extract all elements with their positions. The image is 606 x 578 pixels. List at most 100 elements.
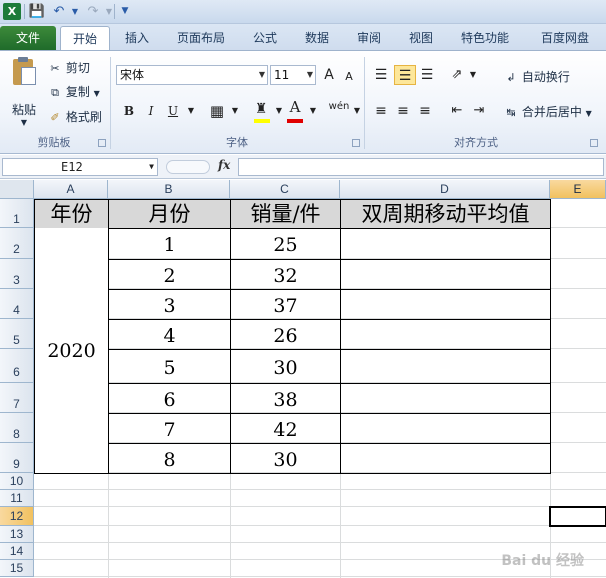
select-all-corner[interactable] (0, 180, 34, 199)
column-header-e[interactable]: E (550, 180, 606, 199)
border-dropdown-icon[interactable]: ▼ (226, 101, 244, 121)
tab-page-layout[interactable]: 页面布局 (168, 26, 234, 50)
align-top-icon[interactable]: ☰ (372, 65, 390, 85)
table-header-cell[interactable]: 月份 (108, 199, 231, 229)
tab-home[interactable]: 开始 (60, 26, 110, 50)
month-cell[interactable]: 2 (108, 259, 231, 290)
month-cell[interactable]: 8 (108, 443, 231, 474)
month-cell[interactable]: 1 (108, 228, 231, 260)
tab-insert[interactable]: 插入 (114, 26, 160, 50)
tab-baidu-netdisk[interactable]: 百度网盘 (532, 26, 598, 50)
moving-average-cell[interactable] (340, 383, 551, 414)
row-header-7[interactable]: 7 (0, 383, 34, 413)
sales-cell[interactable]: 37 (230, 289, 341, 320)
sales-cell[interactable]: 30 (230, 349, 341, 384)
month-cell[interactable]: 5 (108, 349, 231, 384)
row-header-9[interactable]: 9 (0, 443, 34, 473)
copy-dropdown-icon[interactable]: ▼ (94, 89, 100, 98)
sales-cell[interactable]: 38 (230, 383, 341, 414)
column-header-b[interactable]: B (108, 180, 230, 199)
grow-font-button[interactable]: A (320, 65, 338, 85)
insert-function-button[interactable]: fx (218, 158, 230, 172)
increase-indent-icon[interactable]: ⇥ (470, 101, 488, 121)
spreadsheet-grid[interactable]: A B C D E 1 2 3 4 5 6 7 8 9 10 11 12 13 14 15 年份 月份 销量/件 双周期移动平… (0, 180, 606, 578)
name-box[interactable]: E12 ▼ (2, 158, 158, 176)
selected-cell-e12[interactable] (549, 506, 606, 527)
save-icon[interactable]: 💾 (28, 3, 46, 20)
font-launcher-icon[interactable] (352, 139, 360, 147)
row-header-6[interactable]: 6 (0, 349, 34, 383)
column-header-d[interactable]: D (340, 180, 550, 199)
border-icon[interactable]: ▦ (208, 101, 226, 121)
row-header-13[interactable]: 13 (0, 526, 34, 543)
wrap-text-button[interactable]: ↲ 自动换行 (504, 68, 569, 85)
formula-bar-splitter[interactable] (166, 160, 210, 174)
tab-review[interactable]: 审阅 (348, 26, 390, 50)
font-color-button[interactable]: A (286, 97, 304, 117)
row-header-3[interactable]: 3 (0, 259, 34, 289)
align-bottom-icon[interactable]: ☰ (418, 65, 436, 85)
format-painter-button[interactable]: ✐ 格式刷 (48, 108, 101, 125)
alignment-launcher-icon[interactable] (590, 139, 598, 147)
table-header-cell[interactable]: 销量/件 (230, 199, 341, 229)
sales-cell[interactable]: 30 (230, 443, 341, 474)
italic-button[interactable]: I (142, 101, 160, 121)
month-cell[interactable]: 6 (108, 383, 231, 414)
merge-center-button[interactable]: ↹ 合并后居中 ▼ (504, 103, 592, 120)
font-name-select[interactable]: 宋体 ▼ (116, 65, 268, 85)
paste-dropdown-icon[interactable]: ▼ (6, 118, 42, 127)
moving-average-cell[interactable] (340, 443, 551, 474)
sales-cell[interactable]: 25 (230, 228, 341, 260)
year-cell[interactable]: 2020 (34, 228, 109, 474)
formula-input[interactable] (238, 158, 604, 176)
moving-average-cell[interactable] (340, 413, 551, 444)
paste-button[interactable]: 粘贴 ▼ (6, 57, 42, 131)
column-header-c[interactable]: C (230, 180, 340, 199)
tab-formulas[interactable]: 公式 (244, 26, 286, 50)
underline-dropdown-icon[interactable]: ▼ (182, 101, 200, 121)
column-header-a[interactable]: A (34, 180, 108, 199)
row-header-10[interactable]: 10 (0, 473, 34, 490)
moving-average-cell[interactable] (340, 349, 551, 384)
table-header-cell[interactable]: 双周期移动平均值 (340, 199, 551, 229)
moving-average-cell[interactable] (340, 289, 551, 320)
bold-button[interactable]: B (120, 101, 138, 121)
align-right-icon[interactable]: ≡ (416, 101, 434, 121)
moving-average-cell[interactable] (340, 259, 551, 290)
align-middle-icon[interactable]: ☰ (394, 65, 416, 85)
merge-dropdown-icon[interactable]: ▼ (586, 109, 592, 118)
moving-average-cell[interactable] (340, 319, 551, 350)
clipboard-launcher-icon[interactable] (98, 139, 106, 147)
row-header-4[interactable]: 4 (0, 289, 34, 319)
align-left-icon[interactable]: ≡ (372, 101, 390, 121)
row-header-14[interactable]: 14 (0, 543, 34, 560)
sales-cell[interactable]: 42 (230, 413, 341, 444)
align-center-icon[interactable]: ≡ (394, 101, 412, 121)
decrease-indent-icon[interactable]: ⇤ (448, 101, 466, 121)
tab-special-features[interactable]: 特色功能 (452, 26, 518, 50)
font-color-dropdown-icon[interactable]: ▼ (304, 101, 322, 121)
row-header-8[interactable]: 8 (0, 413, 34, 443)
shrink-font-button[interactable]: A (340, 67, 358, 87)
table-header-cell[interactable]: 年份 (34, 199, 109, 229)
sales-cell[interactable]: 32 (230, 259, 341, 290)
row-header-15[interactable]: 15 (0, 560, 34, 577)
month-cell[interactable]: 7 (108, 413, 231, 444)
moving-average-cell[interactable] (340, 228, 551, 260)
customize-toolbar-icon[interactable]: ▼ (116, 3, 134, 20)
month-cell[interactable]: 4 (108, 319, 231, 350)
sales-cell[interactable]: 26 (230, 319, 341, 350)
row-header-5[interactable]: 5 (0, 319, 34, 349)
tab-file[interactable]: 文件 (0, 26, 56, 50)
underline-button[interactable]: U (164, 101, 182, 121)
orientation-dropdown-icon[interactable]: ▼ (464, 65, 482, 85)
tab-view[interactable]: 视图 (400, 26, 442, 50)
fill-color-icon[interactable]: ♜ (252, 99, 270, 119)
month-cell[interactable]: 3 (108, 289, 231, 320)
font-size-select[interactable]: 11 ▼ (270, 65, 316, 85)
tab-data[interactable]: 数据 (296, 26, 338, 50)
row-header-2[interactable]: 2 (0, 228, 34, 259)
row-header-1[interactable]: 1 (0, 199, 34, 228)
undo-dropdown-icon[interactable]: ▼ (66, 3, 84, 20)
row-header-12[interactable]: 12 (0, 507, 34, 526)
